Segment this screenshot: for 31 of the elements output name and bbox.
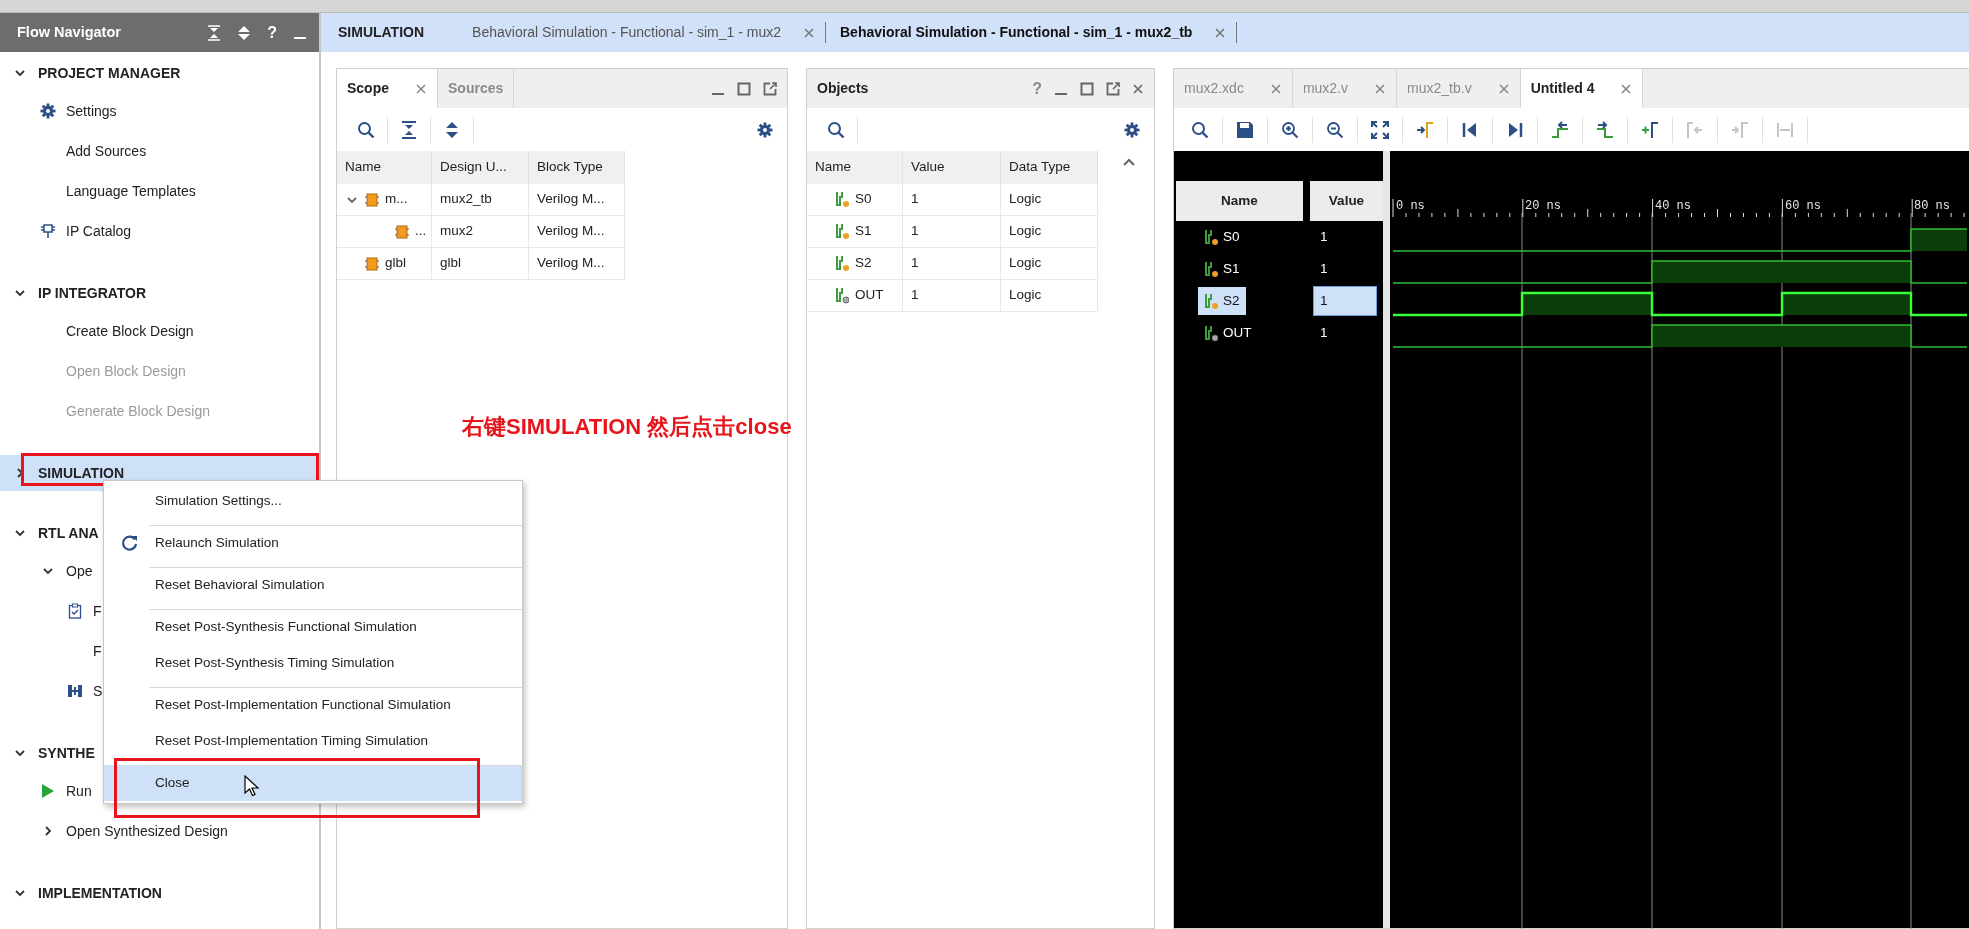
table-cell: Logic xyxy=(1001,248,1098,280)
table-cell: glbl xyxy=(432,248,529,280)
signal-value: 1 xyxy=(1313,285,1377,317)
time-label: 60 ns xyxy=(1785,199,1821,213)
table-cell: Logic xyxy=(1001,184,1098,216)
view-title: SIMULATION xyxy=(338,23,425,42)
table-cell: S0 xyxy=(807,184,903,216)
table-cell: Logic xyxy=(1001,280,1098,312)
table-cell: OUT xyxy=(807,280,903,312)
table-cell: Verilog M... xyxy=(529,248,625,280)
time-label: 40 ns xyxy=(1655,199,1691,213)
table-cell: 1 xyxy=(903,216,1001,248)
annotation-text: 右键SIMULATION 然后点击close xyxy=(462,413,792,441)
table-cell: mux2 xyxy=(432,216,529,248)
table-cell: 1 xyxy=(903,280,1001,312)
signal-value: 1 xyxy=(1319,259,1329,278)
table-cell: S1 xyxy=(807,216,903,248)
table-cell: mux2_tb xyxy=(432,184,529,216)
table-cell: S2 xyxy=(807,248,903,280)
time-label: 0 ns xyxy=(1396,199,1425,213)
signal-value: 1 xyxy=(1319,227,1329,246)
signal-value: 1 xyxy=(1319,323,1329,342)
table-cell: Logic xyxy=(1001,216,1098,248)
panel-title: Objects xyxy=(817,79,869,98)
table-cell: 1 xyxy=(903,184,1001,216)
table-cell: 1 xyxy=(903,248,1001,280)
table-cell: Verilog M... xyxy=(529,184,625,216)
panel-title: Flow Navigator xyxy=(17,22,121,42)
time-label: 20 ns xyxy=(1525,199,1561,213)
table-cell: Verilog M... xyxy=(529,216,625,248)
time-label: 80 ns xyxy=(1914,199,1950,213)
